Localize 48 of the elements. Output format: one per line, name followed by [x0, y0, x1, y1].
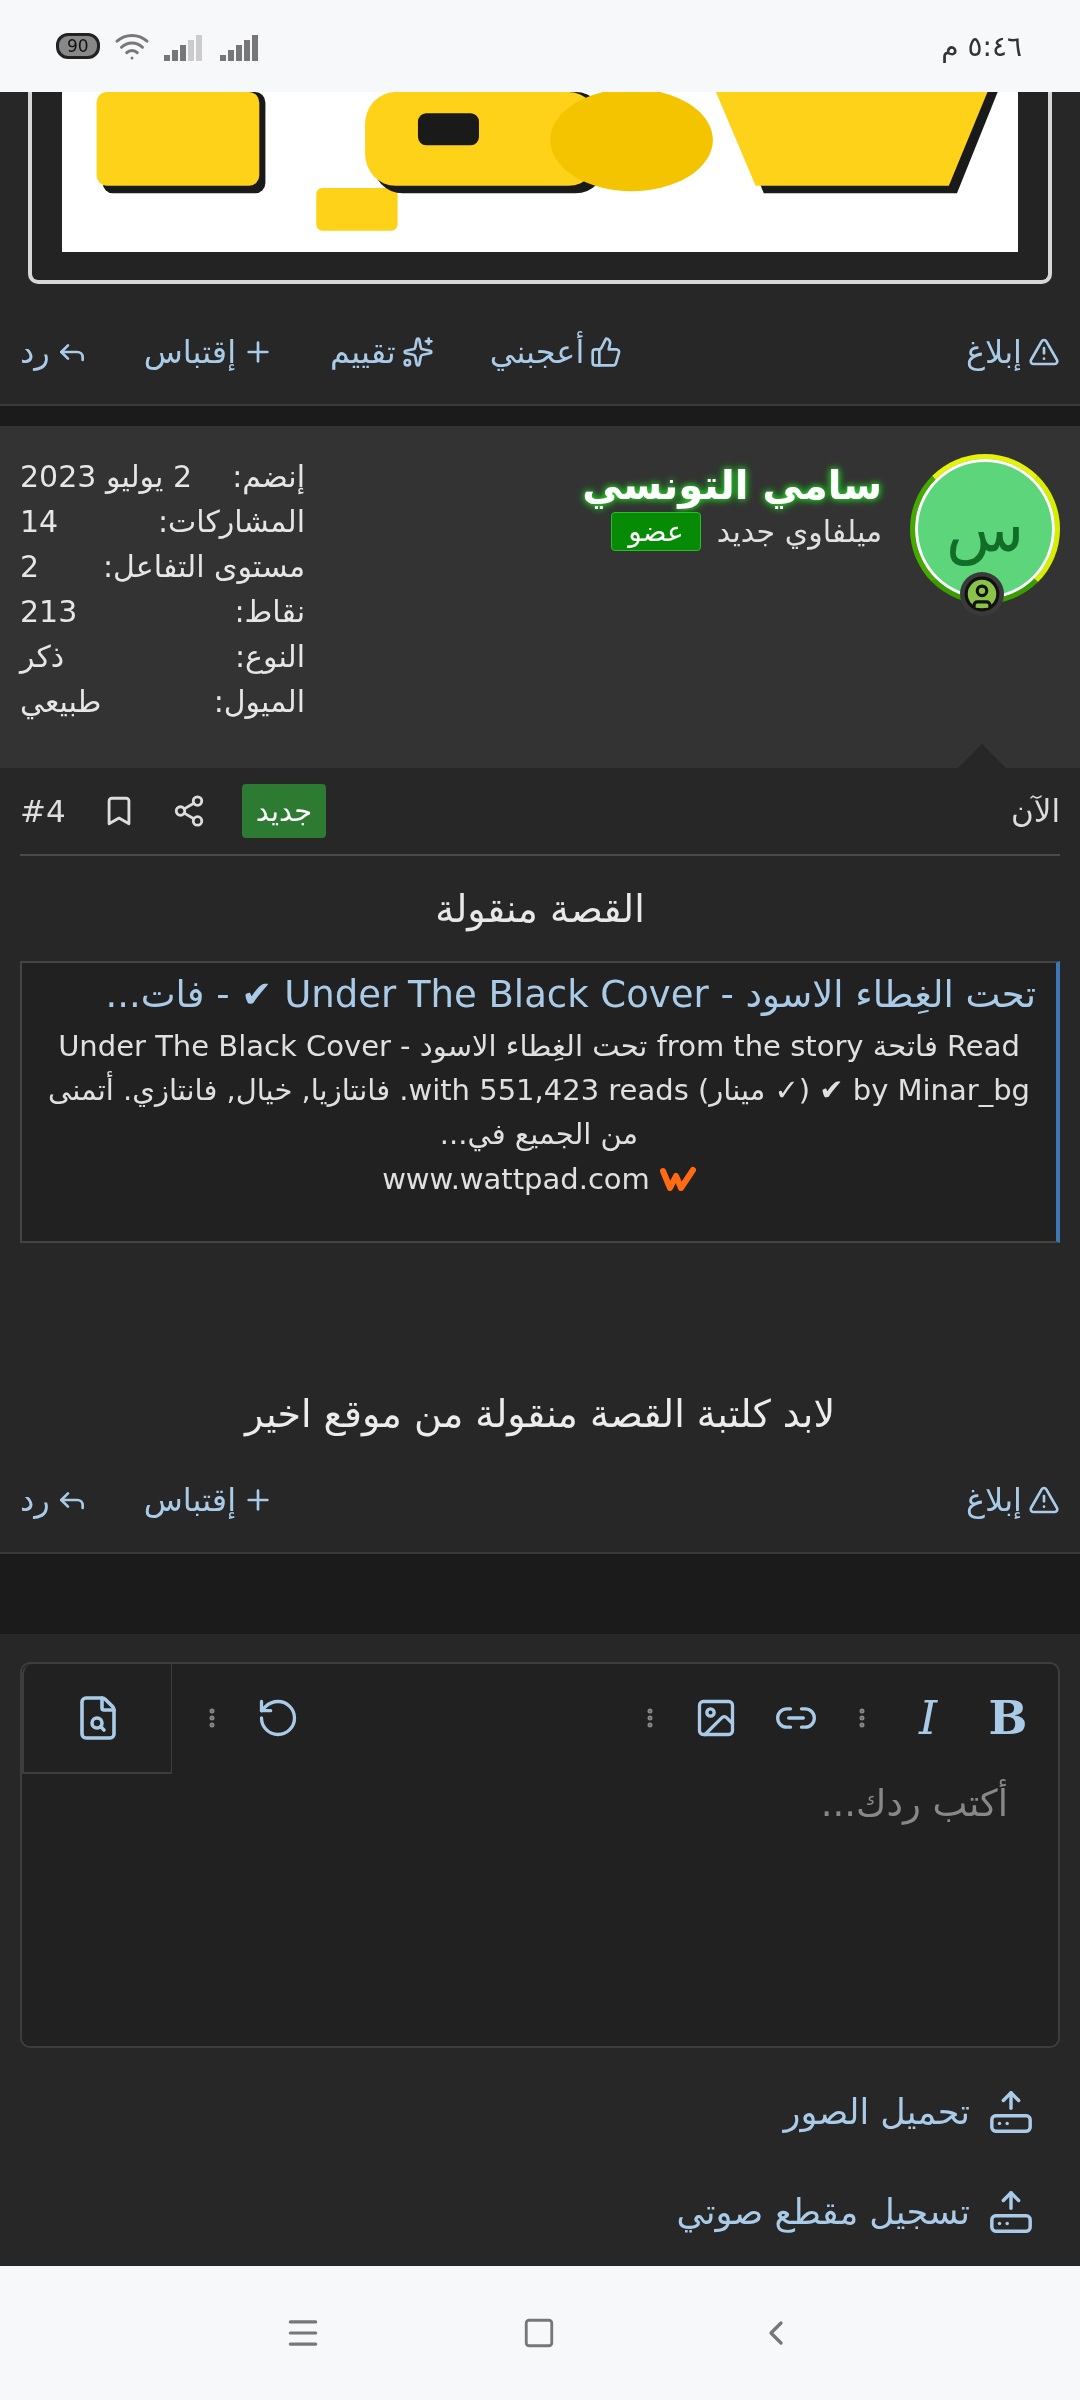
- new-badge: جديد: [241, 784, 327, 838]
- upload-icon: [988, 2089, 1034, 2135]
- post-text: لابد كلتبة القصة منقولة من موقع اخير: [242, 1391, 837, 1439]
- italic-button[interactable]: I: [902, 1692, 954, 1744]
- home-icon[interactable]: [522, 2316, 556, 2350]
- stat-value: 213: [20, 593, 78, 631]
- site-logo-icon: [659, 1166, 696, 1192]
- reply-link[interactable]: رد: [20, 333, 88, 371]
- stat-value: طبيعي: [20, 683, 102, 722]
- site-url: www.wattpad.com: [382, 1162, 650, 1196]
- stat-label: نقاط:: [234, 593, 305, 631]
- thumbs-up-icon: [590, 336, 623, 368]
- like-link[interactable]: أعجبني: [489, 333, 623, 371]
- stat-value: 14: [20, 503, 59, 541]
- warning-icon: [1028, 1484, 1060, 1516]
- bold-button[interactable]: B: [982, 1692, 1034, 1744]
- post-heading: القصة منقولة: [434, 885, 646, 934]
- battery-level: 90: [56, 33, 100, 59]
- reply-field[interactable]: أكتب ردك...: [22, 1772, 1058, 2042]
- link-title[interactable]: تحت الغِطاء الاسود - Under The Black Cover ✔ - فات...: [42, 973, 1036, 1016]
- upload-icon: [988, 2189, 1034, 2235]
- warning-icon: [1028, 336, 1060, 368]
- author-name[interactable]: سامي التونسي: [582, 462, 882, 508]
- stat-label: النوع:: [234, 638, 305, 676]
- post-time[interactable]: الآن: [1010, 793, 1060, 829]
- stat-value: ذكر: [20, 638, 65, 676]
- upload-link[interactable]: تحميل الصور: [757, 2062, 1060, 2162]
- upload-link[interactable]: تسجيل مقطع صوتي: [650, 2162, 1060, 2262]
- link-description: Read فاتحة from the story تحت الغِطاء الاسود - Under The Black Cover ✔ by Minar_bg (✓ مينار) with 551,423 reads. فانتازيا, خيال, فانتازي. أتمنى من الجميع في...: [46, 1028, 1031, 1154]
- role-badge: عضو: [611, 512, 701, 551]
- preview-button[interactable]: [22, 1664, 172, 1774]
- stat-label: مستوى التفاعل:: [103, 548, 305, 586]
- stat-label: المشاركات:: [158, 503, 305, 541]
- report-link[interactable]: إبلاغ: [966, 333, 1060, 371]
- report-link[interactable]: إبلاغ: [966, 1481, 1060, 1519]
- stat-value: 2: [20, 548, 40, 586]
- quote-link[interactable]: إقتباس: [143, 1481, 274, 1519]
- stat-label: إنضم:: [232, 458, 305, 497]
- post-number[interactable]: #4: [20, 793, 66, 829]
- stat-value: 2 يوليو 2023: [20, 458, 193, 496]
- rate-link[interactable]: تقييم: [330, 333, 434, 371]
- reply-link[interactable]: رد: [20, 1481, 88, 1519]
- quote-link[interactable]: إقتباس: [143, 333, 274, 371]
- stat-label: الميول:: [213, 683, 305, 721]
- user-title: ميلفاوي جديد: [716, 514, 882, 549]
- clock-time: ٥:٤٦ م: [941, 29, 1022, 63]
- sparkle-icon: [401, 336, 434, 368]
- link-preview-card[interactable]: [20, 961, 1060, 1243]
